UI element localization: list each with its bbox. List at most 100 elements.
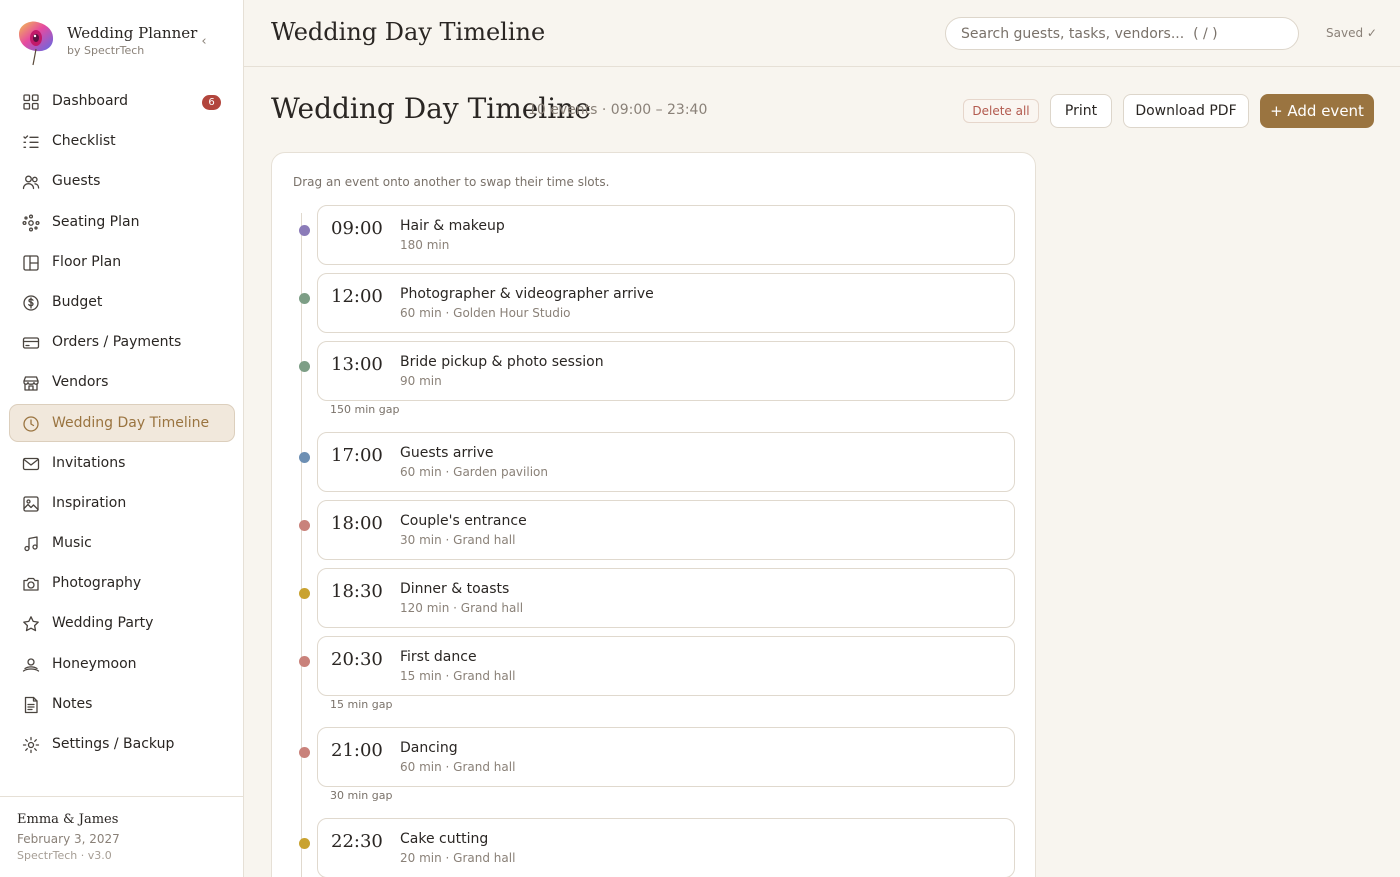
sidebar-item-invitations[interactable]: Invitations <box>9 444 235 482</box>
timeline-event[interactable]: 18:00 Couple's entrance 30 min · Grand hal… <box>299 500 1015 560</box>
timeline-event[interactable]: 09:00 Hair & makeup 180 min <box>299 205 1015 265</box>
page-summary: 10 events · 09:00 – 23:40 <box>528 102 708 118</box>
sidebar-item-label: Guests <box>52 173 101 190</box>
delete-all-button[interactable]: Delete all <box>963 99 1039 123</box>
event-meta: 30 min · Grand hall <box>400 533 516 547</box>
sidebar-item-seating-plan[interactable]: Seating Plan <box>9 203 235 241</box>
sidebar-item-honeymoon[interactable]: Honeymoon <box>9 645 235 683</box>
sidebar: Wedding Planner by SpectrTech ‹ Dashboar… <box>0 0 244 877</box>
event-title: Couple's entrance <box>400 513 527 529</box>
timeline-event[interactable]: 18:30 Dinner & toasts 120 min · Grand hall <box>299 568 1015 628</box>
timeline-event[interactable]: 13:00 Bride pickup & photo session 90 min <box>299 341 1015 401</box>
event-dot <box>299 452 310 463</box>
sidebar-item-wedding-day-timeline[interactable]: Wedding Day Timeline <box>9 403 235 442</box>
timeline-event[interactable]: 20:30 First dance 15 min · Grand hall <box>299 636 1015 696</box>
sidebar-item-notes[interactable]: Notes <box>9 685 235 723</box>
timeline-event[interactable]: 17:00 Guests arrive 60 min · Garden pavili… <box>299 432 1015 492</box>
sidebar-item-guests[interactable]: Guests <box>9 162 235 200</box>
sidebar-item-label: Budget <box>52 293 103 310</box>
timeline-event[interactable]: 21:00 Dancing 60 min · Grand hall <box>299 727 1015 787</box>
checklist-icon <box>22 133 40 151</box>
event-title: First dance <box>400 649 477 665</box>
event-time: 22:30 <box>331 831 383 852</box>
mail-icon <box>22 455 40 473</box>
sidebar-item-inspiration[interactable]: Inspiration <box>9 484 235 522</box>
sidebar-item-label: Honeymoon <box>52 655 137 672</box>
page-header: Wedding Day Timeline 10 events · 09:00 –… <box>271 92 1381 132</box>
event-time: 17:00 <box>331 445 383 466</box>
note-icon <box>22 696 40 714</box>
timeline-event[interactable]: 22:30 Cake cutting 20 min · Grand hall <box>299 818 1015 877</box>
event-title: Dinner & toasts <box>400 581 510 597</box>
app-byline: by SpectrTech <box>67 44 145 57</box>
gap-label: 15 min gap <box>330 698 393 711</box>
sidebar-item-label: Settings / Backup <box>52 736 175 752</box>
event-dot <box>299 225 310 236</box>
event-title: Dancing <box>400 740 458 756</box>
event-time: 18:30 <box>331 581 383 602</box>
sidebar-item-photography[interactable]: Photography <box>9 564 235 602</box>
event-meta: 60 min · Golden Hour Studio <box>400 306 571 320</box>
sidebar-footer: Emma & James February 3, 2027 SpectrTech… <box>0 796 243 877</box>
sidebar-item-label: Inspiration <box>52 494 127 511</box>
app-version: SpectrTech · v3.0 <box>17 849 112 862</box>
add-event-button[interactable]: + Add event <box>1260 94 1374 128</box>
event-dot <box>299 656 310 667</box>
download-pdf-button[interactable]: Download PDF <box>1123 94 1249 128</box>
sidebar-item-label: Wedding Party <box>52 615 154 632</box>
app-name: Wedding Planner <box>67 24 198 42</box>
saved-status: Saved ✓ <box>1326 26 1377 40</box>
sidebar-item-checklist[interactable]: Checklist <box>9 122 235 160</box>
event-time: 09:00 <box>331 218 383 239</box>
sidebar-item-orders-payments[interactable]: Orders / Payments <box>9 323 235 361</box>
star-icon <box>22 615 40 633</box>
event-time: 18:00 <box>331 513 383 534</box>
event-time: 13:00 <box>331 354 383 375</box>
wedding-date: February 3, 2027 <box>17 832 120 846</box>
sidebar-item-music[interactable]: Music <box>9 524 235 562</box>
top-bar: Wedding Day Timeline Saved ✓ <box>244 0 1400 67</box>
clock-icon <box>22 415 40 433</box>
event-dot <box>299 520 310 531</box>
sidebar-item-settings-backup[interactable]: Settings / Backup <box>9 725 235 763</box>
collapse-sidebar-button[interactable]: ‹ <box>196 32 212 52</box>
timeline-event[interactable]: 12:00 Photographer & videographer arrive 6… <box>299 273 1015 333</box>
sidebar-item-vendors[interactable]: Vendors <box>9 363 235 401</box>
store-icon <box>22 374 40 392</box>
honeymoon-icon <box>22 656 40 674</box>
sidebar-item-label: Music <box>52 535 92 552</box>
users-icon <box>22 173 40 191</box>
event-dot <box>299 588 310 599</box>
gear-icon <box>22 736 40 754</box>
sidebar-item-label: Orders / Payments <box>52 334 182 351</box>
chevron-left-icon: ‹ <box>201 34 207 49</box>
event-meta: 180 min <box>400 238 450 252</box>
timeline-card: Drag an event onto another to swap their… <box>271 152 1036 877</box>
event-title: Bride pickup & photo session <box>400 354 604 370</box>
event-time: 21:00 <box>331 740 383 761</box>
search-input[interactable] <box>945 17 1299 50</box>
topbar-title: Wedding Day Timeline <box>271 18 546 46</box>
sidebar-item-label: Checklist <box>52 133 116 150</box>
sidebar-item-wedding-party[interactable]: Wedding Party <box>9 604 235 642</box>
sidebar-item-floor-plan[interactable]: Floor Plan <box>9 243 235 281</box>
event-meta: 60 min · Grand hall <box>400 760 516 774</box>
sidebar-item-label: Notes <box>52 695 93 712</box>
coin-icon <box>22 294 40 312</box>
sidebar-item-dashboard[interactable]: Dashboard 6 <box>9 82 235 120</box>
event-dot <box>299 747 310 758</box>
event-time: 20:30 <box>331 649 383 670</box>
sidebar-item-label: Floor Plan <box>52 253 122 270</box>
print-button[interactable]: Print <box>1050 94 1112 128</box>
event-dot <box>299 293 310 304</box>
sidebar-item-budget[interactable]: Budget <box>9 283 235 321</box>
sidebar-item-label: Vendors <box>52 374 109 391</box>
credit-card-icon <box>22 334 40 352</box>
music-icon <box>22 535 40 553</box>
sidebar-nav: Dashboard 6 Checklist Guests Seating Plan Flo… <box>9 82 235 765</box>
event-meta: 20 min · Grand hall <box>400 851 516 865</box>
sidebar-item-label: Invitations <box>52 454 126 471</box>
floor-plan-icon <box>22 254 40 272</box>
grid-icon <box>22 93 40 111</box>
event-title: Guests arrive <box>400 445 494 461</box>
